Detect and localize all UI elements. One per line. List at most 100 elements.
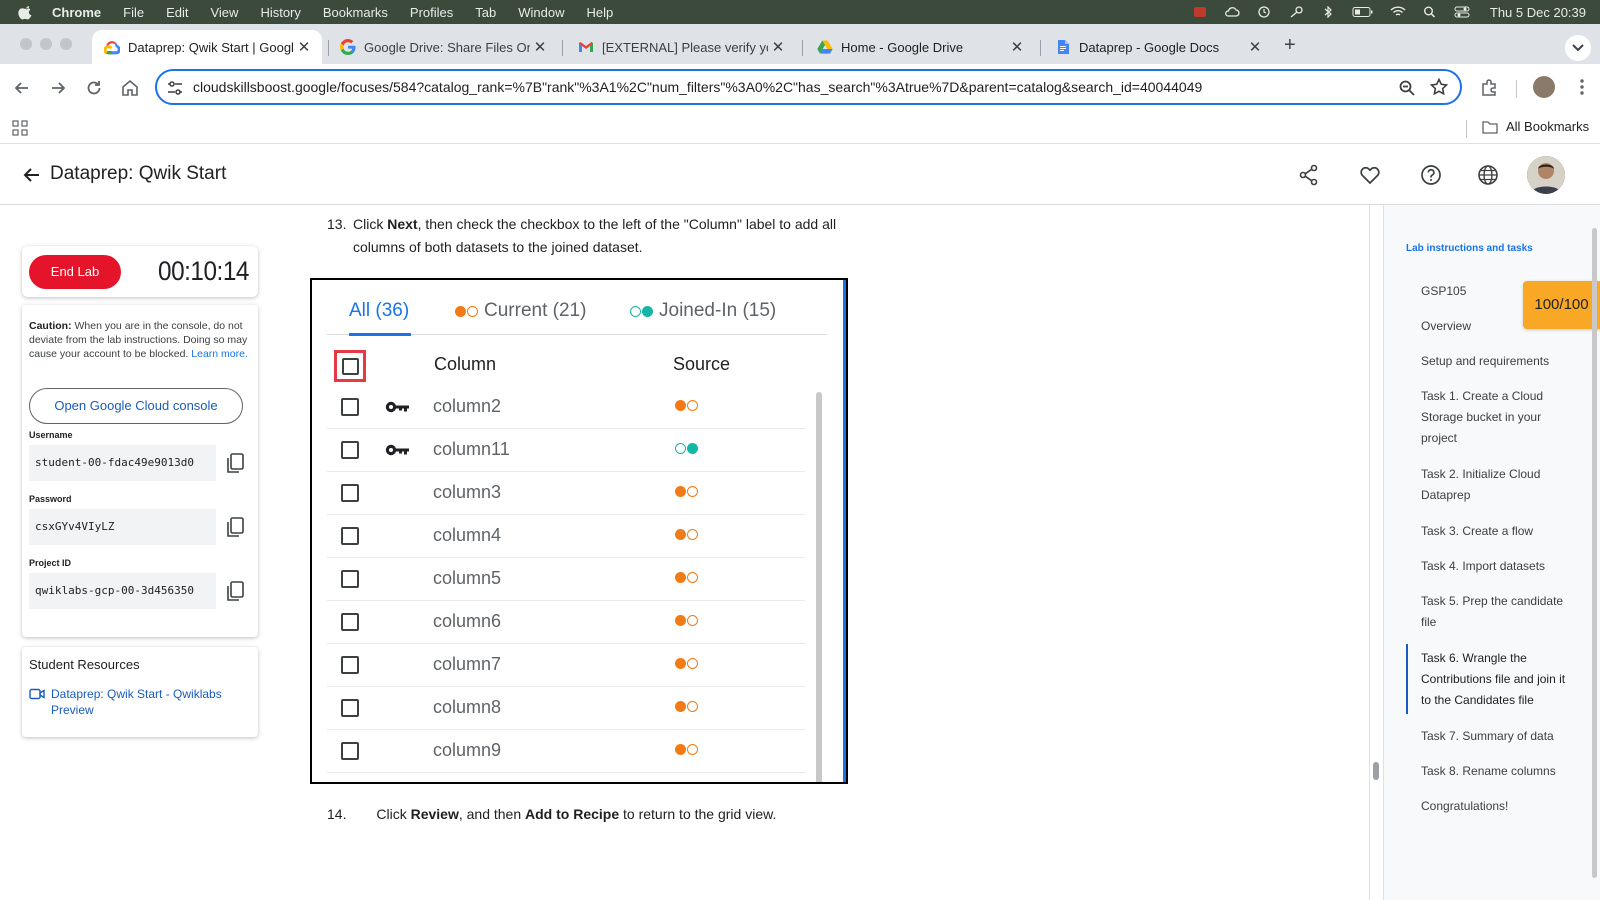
key-status-icon[interactable] — [1288, 6, 1304, 18]
spotlight-search-icon[interactable] — [1422, 6, 1438, 18]
menu-app-chrome[interactable]: Chrome — [52, 5, 101, 20]
end-lab-button[interactable]: End Lab — [29, 255, 121, 289]
tab-divider — [562, 40, 563, 56]
tab-home-google-drive[interactable]: Home - Google Drive ✕ — [805, 30, 1035, 64]
tab-gmail-external[interactable]: [EXTERNAL] Please verify yo ✕ — [566, 30, 796, 64]
copy-username-icon[interactable] — [221, 445, 251, 481]
forward-icon[interactable] — [48, 78, 68, 98]
tab-search-button[interactable] — [1565, 35, 1591, 61]
menu-help[interactable]: Help — [587, 5, 614, 20]
column-row: column9 — [327, 730, 805, 773]
username-field[interactable]: student-00-fdac49e9013d0 — [29, 445, 216, 481]
apple-logo-icon[interactable] — [18, 4, 34, 20]
menu-edit[interactable]: Edit — [166, 5, 188, 20]
step-text: , and then — [458, 806, 526, 822]
toc-item[interactable]: Task 2. Initialize Cloud Dataprep — [1421, 464, 1571, 506]
key-icon — [385, 401, 409, 413]
project-id-field[interactable]: qwiklabs-gcp-00-3d456350 — [29, 573, 216, 609]
language-globe-icon[interactable] — [1477, 164, 1499, 186]
close-tab-icon[interactable]: ✕ — [294, 38, 314, 56]
instruction-step-14: 14. Click Review, and then Add to Recipe… — [327, 806, 776, 822]
open-console-button[interactable]: Open Google Cloud console — [29, 388, 243, 424]
url-text[interactable]: cloudskillsboost.google/focuses/584?cata… — [193, 79, 1202, 95]
bookmarks-divider — [1466, 120, 1467, 138]
user-photo-icon — [1527, 156, 1565, 194]
column-header: Column — [434, 354, 497, 374]
toc-item[interactable]: Task 8. Rename columns — [1421, 761, 1571, 782]
back-arrow-icon[interactable] — [22, 165, 42, 185]
tab-google-drive-share[interactable]: Google Drive: Share Files Onl ✕ — [328, 30, 558, 64]
toc-item[interactable]: Task 3. Create a flow — [1421, 521, 1571, 542]
toc-item[interactable]: Task 1. Create a Cloud Storage bucket in… — [1421, 386, 1571, 449]
copy-project-id-icon[interactable] — [221, 573, 251, 609]
toc-item[interactable]: Task 5. Prep the candidate file — [1421, 591, 1571, 633]
control-center-icon[interactable] — [1454, 6, 1470, 18]
menu-bookmarks[interactable]: Bookmarks — [323, 5, 388, 20]
battery-icon[interactable] — [1352, 6, 1374, 18]
status-app-icon[interactable] — [1192, 6, 1208, 18]
password-field[interactable]: csxGYv4VIyLZ — [29, 509, 216, 545]
row-checkbox — [341, 656, 359, 674]
menu-profiles[interactable]: Profiles — [410, 5, 453, 20]
address-bar[interactable]: cloudskillsboost.google/focuses/584?cata… — [155, 69, 1462, 105]
bookmark-star-icon[interactable] — [1430, 78, 1448, 96]
help-icon[interactable] — [1420, 164, 1442, 186]
extensions-icon[interactable] — [1480, 78, 1498, 96]
tab-divider — [802, 40, 803, 56]
cloud-sync-icon[interactable] — [1224, 6, 1240, 18]
toc-scrollbar[interactable] — [1592, 228, 1597, 878]
close-window-button[interactable] — [20, 38, 32, 50]
menu-view[interactable]: View — [210, 5, 238, 20]
share-icon[interactable] — [1298, 164, 1320, 186]
main-scrollbar-thumb[interactable] — [1373, 762, 1379, 780]
column-row: column8 — [327, 687, 805, 730]
wifi-icon[interactable] — [1390, 6, 1406, 18]
tab-title: Dataprep - Google Docs — [1079, 39, 1220, 55]
profile-avatar[interactable] — [1533, 76, 1555, 98]
all-bookmarks-button[interactable]: All Bookmarks — [1482, 119, 1589, 134]
menu-file[interactable]: File — [123, 5, 144, 20]
back-icon[interactable] — [12, 78, 32, 98]
learn-more-link[interactable]: Learn more. — [191, 348, 248, 360]
google-drive-icon — [817, 40, 833, 54]
row-checkbox — [341, 570, 359, 588]
step-text: Click — [376, 806, 411, 822]
more-options-icon[interactable] — [1580, 78, 1584, 96]
tab-dataprep-qwik-start[interactable]: Dataprep: Qwik Start | Google ✕ — [92, 30, 322, 64]
close-tab-icon[interactable]: ✕ — [1007, 38, 1027, 56]
copy-password-icon[interactable] — [221, 509, 251, 545]
apps-grid-icon[interactable] — [12, 120, 28, 136]
close-tab-icon[interactable]: ✕ — [1245, 38, 1265, 56]
resource-video-link[interactable]: Dataprep: Qwik Start - Qwiklabs Preview — [29, 686, 249, 718]
menu-history[interactable]: History — [260, 5, 300, 20]
toc-item[interactable]: Setup and requirements — [1421, 351, 1571, 372]
bluetooth-icon[interactable] — [1320, 6, 1336, 18]
zoom-icon[interactable] — [1398, 79, 1416, 97]
menu-tab[interactable]: Tab — [475, 5, 496, 20]
user-avatar[interactable] — [1527, 156, 1565, 194]
toolbar-divider — [1516, 80, 1517, 98]
minimize-window-button[interactable] — [40, 38, 52, 50]
menu-clock[interactable]: Thu 5 Dec 20:39 — [1490, 5, 1586, 20]
toc-item[interactable]: Congratulations! — [1421, 796, 1571, 817]
new-tab-button[interactable]: + — [1284, 34, 1296, 57]
tab-dataprep-google-docs[interactable]: Dataprep - Google Docs ✕ — [1043, 30, 1273, 64]
tab-divider — [1040, 40, 1041, 56]
site-info-icon[interactable] — [167, 80, 183, 96]
menu-window[interactable]: Window — [518, 5, 564, 20]
key-icon — [385, 444, 409, 456]
toc-item[interactable]: Task 6. Wrangle the Contributions file a… — [1421, 648, 1571, 711]
home-icon[interactable] — [120, 78, 140, 98]
password-label: Password — [29, 494, 72, 504]
column-row: column4 — [327, 515, 805, 558]
toc-item[interactable]: Task 7. Summary of data — [1421, 726, 1571, 747]
reload-icon[interactable] — [84, 78, 104, 98]
close-tab-icon[interactable]: ✕ — [530, 38, 550, 56]
time-machine-icon[interactable] — [1256, 6, 1272, 18]
column-row: column5 — [327, 558, 805, 601]
column-name: column6 — [433, 611, 502, 631]
close-tab-icon[interactable]: ✕ — [768, 38, 788, 56]
toc-item[interactable]: Task 4. Import datasets — [1421, 556, 1571, 577]
favorite-heart-icon[interactable] — [1359, 164, 1381, 186]
zoom-window-button[interactable] — [60, 38, 72, 50]
